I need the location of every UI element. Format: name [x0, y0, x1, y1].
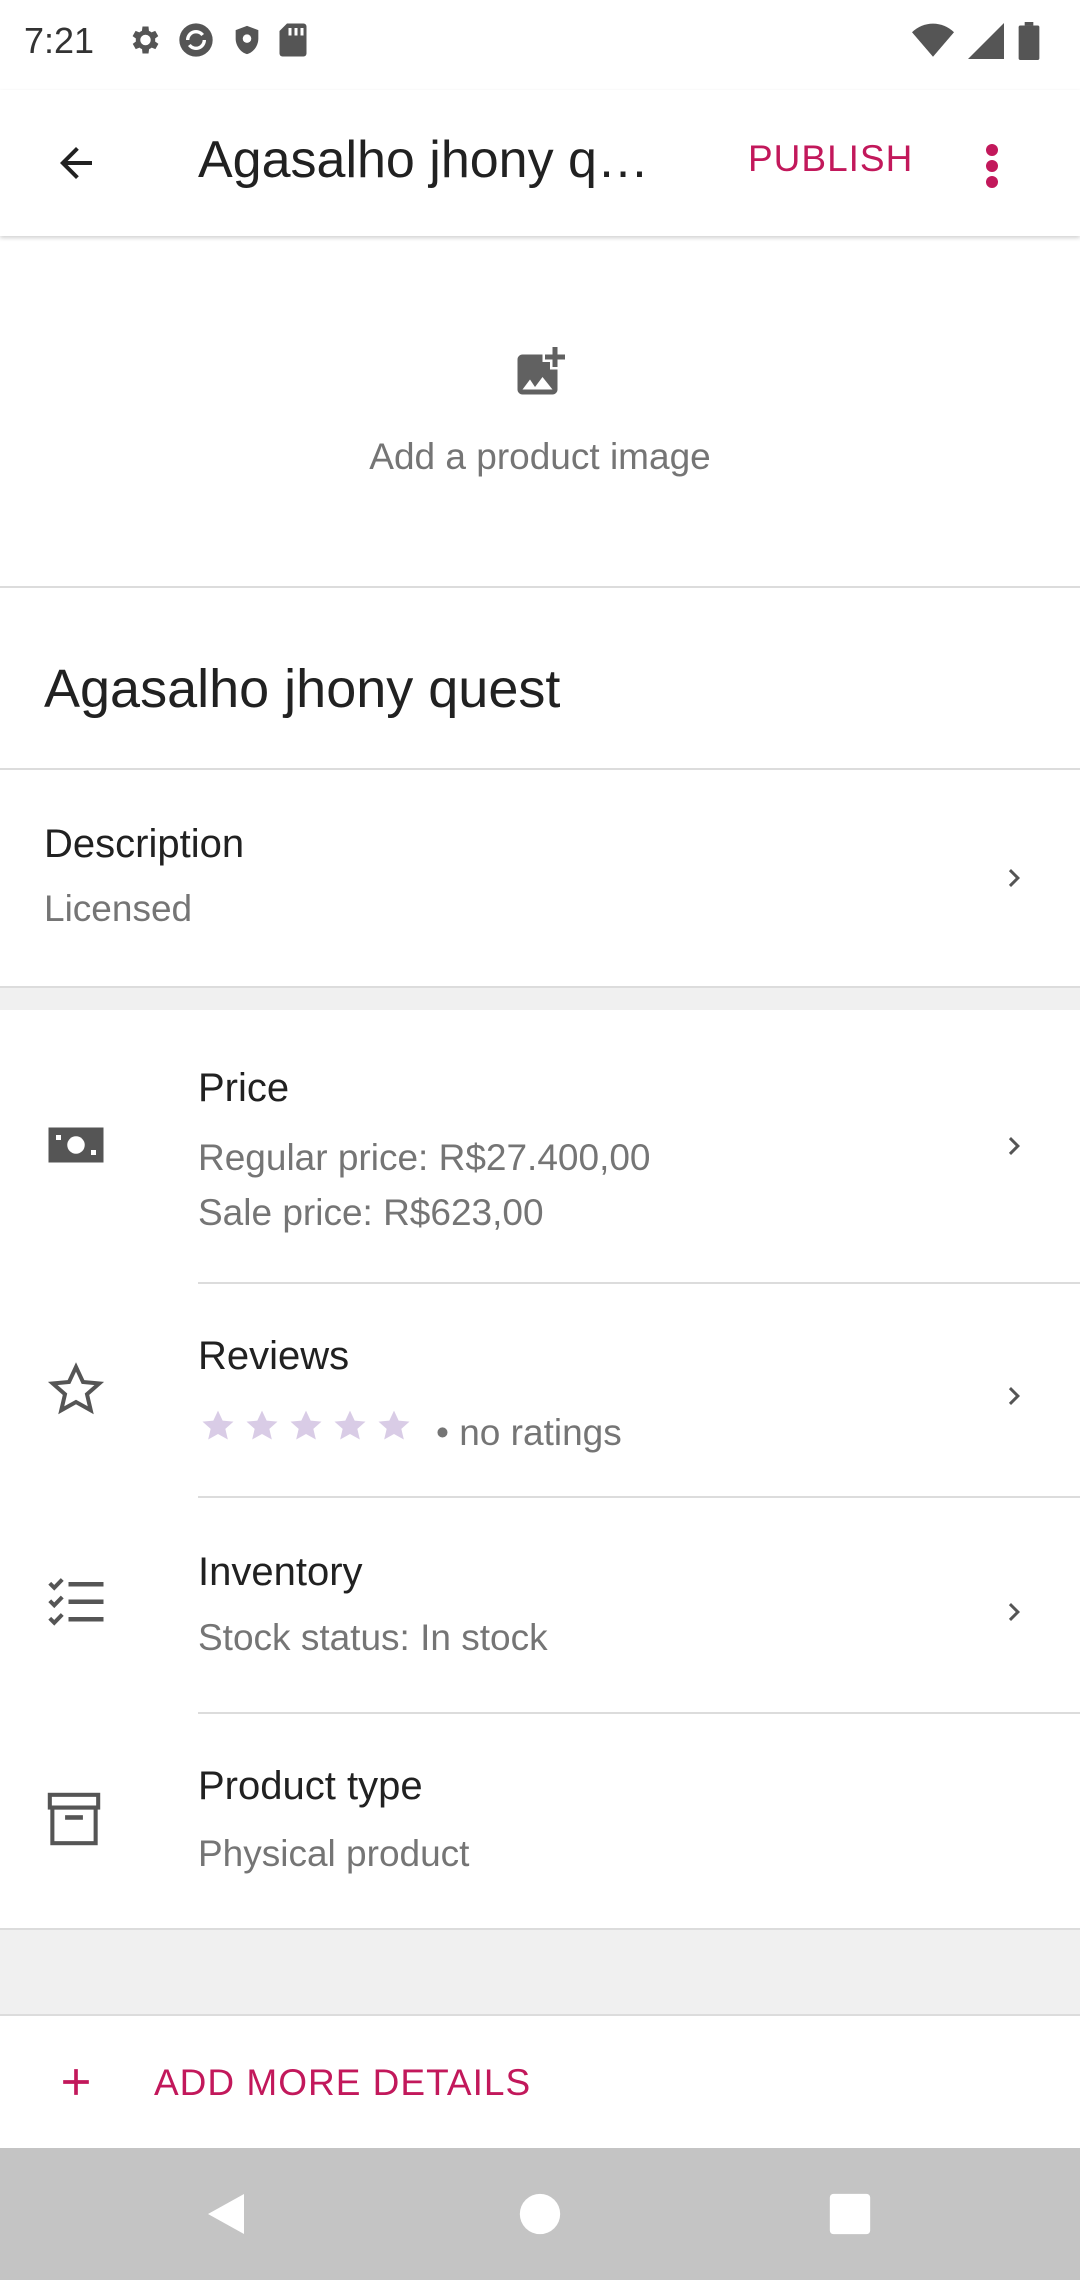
sale-price: Sale price: R$623,00 — [198, 1192, 544, 1233]
back-button[interactable] — [40, 127, 112, 199]
product-type-value: Physical product — [198, 1833, 470, 1874]
home-circle-icon — [519, 2193, 561, 2235]
arrow-back-icon — [60, 147, 92, 179]
chevron-right-icon — [1008, 1387, 1020, 1405]
product-title: Agasalho jhony quest — [44, 659, 561, 719]
chevron-right-icon — [1008, 1603, 1020, 1621]
more-vert-icon — [986, 144, 998, 188]
status-icons-left — [126, 20, 308, 60]
sd-card-icon — [279, 23, 307, 57]
add-photo-icon — [517, 347, 565, 395]
add-more-details-label: ADD MORE DETAILS — [154, 2062, 532, 2103]
price-row[interactable]: Price Regular price: R$27.400,00 Sale pr… — [0, 1010, 1080, 1282]
regular-price: Regular price: R$27.400,00 — [198, 1137, 651, 1178]
recents-square-icon — [829, 2193, 871, 2235]
signal-icon — [968, 23, 1004, 59]
description-row[interactable]: Description Licensed — [0, 770, 1080, 988]
rating-star-icon — [290, 1410, 322, 1440]
chevron-right-icon — [1008, 1137, 1020, 1155]
wifi-icon — [912, 23, 954, 57]
checklist-icon — [48, 1578, 104, 1626]
inventory-row[interactable]: Inventory Stock status: In stock — [0, 1498, 1080, 1712]
nav-back-button[interactable] — [196, 2184, 256, 2244]
price-title: Price — [198, 1066, 290, 1110]
back-triangle-icon — [208, 2194, 244, 2234]
section-gap — [0, 988, 1080, 1010]
add-product-image-area[interactable]: Add a product image — [0, 236, 1080, 588]
sync-icon — [179, 23, 213, 57]
chevron-right-icon — [1008, 869, 1020, 887]
more-options-button[interactable] — [960, 130, 1024, 202]
rating-star-icon — [246, 1410, 278, 1440]
add-product-image-label: Add a product image — [369, 436, 711, 477]
rating-star-icon — [202, 1410, 234, 1440]
section-gap — [0, 1930, 1080, 2014]
rating-star-icon — [334, 1410, 366, 1440]
nav-home-button[interactable] — [510, 2184, 570, 2244]
reviews-title: Reviews — [198, 1334, 350, 1378]
publish-button[interactable]: PUBLISH — [748, 138, 913, 180]
archive-box-icon — [47, 1792, 101, 1846]
inventory-title: Inventory — [198, 1550, 363, 1594]
rating-star-icon — [378, 1410, 410, 1440]
battery-icon — [1018, 22, 1040, 60]
status-bar: 7:21 — [0, 0, 1080, 90]
product-type-row[interactable]: Product type Physical product — [0, 1714, 1080, 1930]
app-bar: Agasalho jhony q… PUBLISH — [0, 90, 1080, 236]
stock-status: Stock status: In stock — [198, 1617, 548, 1658]
product-title-field[interactable]: Agasalho jhony quest — [0, 588, 1080, 770]
nav-recents-button[interactable] — [820, 2184, 880, 2244]
money-icon — [48, 1127, 104, 1163]
status-time: 7:21 — [24, 20, 95, 61]
status-icons-right — [912, 22, 1040, 60]
add-more-details-button[interactable]: ADD MORE DETAILS — [0, 2014, 1080, 2148]
rating-stars — [198, 1406, 414, 1446]
plus-icon — [63, 2069, 89, 2095]
star-outline-icon — [47, 1362, 105, 1415]
system-nav-bar — [0, 2148, 1080, 2280]
rating-text: • no ratings — [436, 1412, 622, 1453]
shield-icon — [235, 25, 259, 55]
description-value: Licensed — [44, 888, 193, 929]
product-properties-card: Price Regular price: R$27.400,00 Sale pr… — [0, 1010, 1080, 1930]
reviews-row[interactable]: Reviews • no ratings — [0, 1284, 1080, 1496]
settings-icon — [132, 26, 159, 54]
product-type-title: Product type — [198, 1764, 423, 1808]
description-title: Description — [44, 822, 245, 866]
page-title: Agasalho jhony q… — [198, 131, 649, 189]
